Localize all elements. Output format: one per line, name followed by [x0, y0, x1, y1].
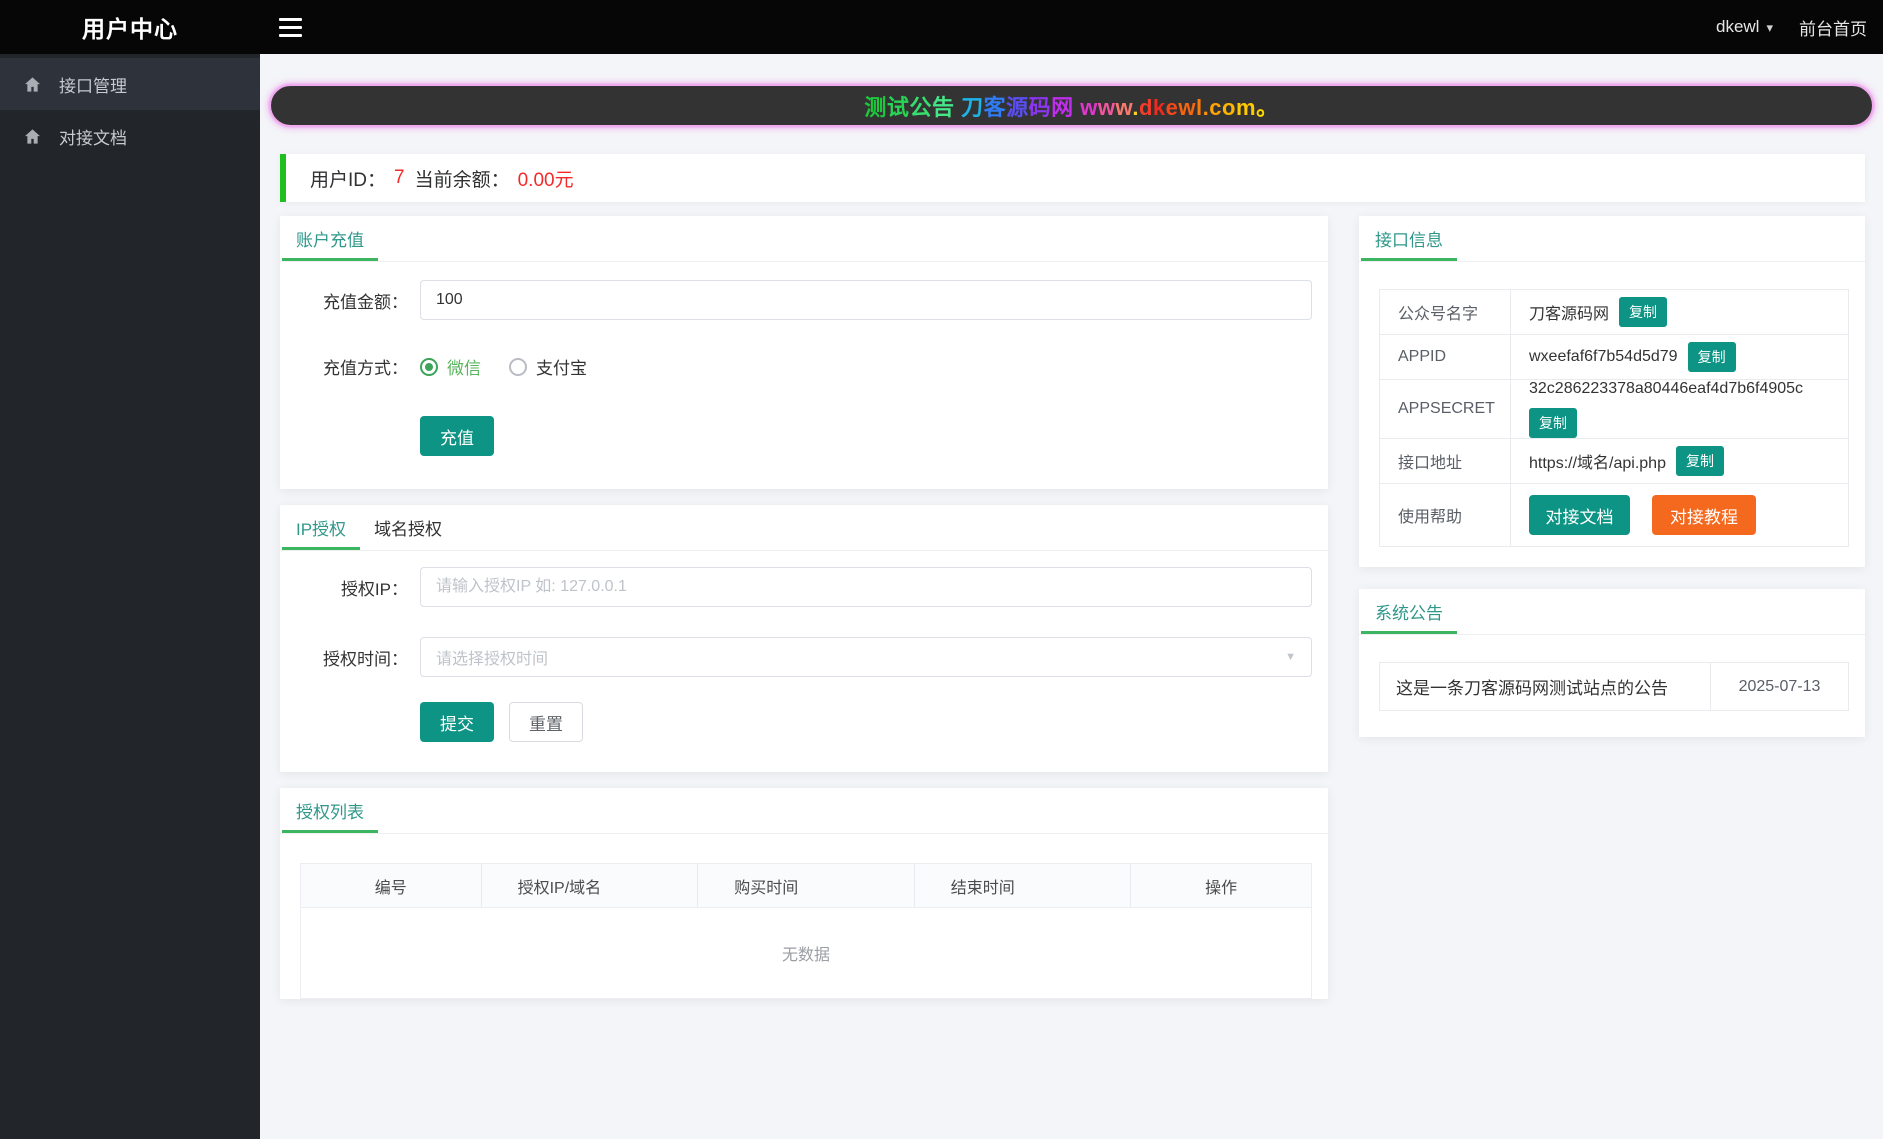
- amount-label: 充值金额：: [323, 292, 408, 312]
- copy-button[interactable]: 复制: [1619, 297, 1668, 327]
- radio-circle-icon: [420, 357, 438, 376]
- tab-domain-auth[interactable]: 域名授权: [360, 505, 456, 550]
- info-row-help: 使用帮助 对接文档 对接教程: [1380, 484, 1848, 546]
- balance-value: 0.00元: [517, 169, 574, 191]
- recharge-button[interactable]: 充值: [420, 416, 494, 456]
- ip-label: 授权IP：: [340, 579, 408, 599]
- column-header-buy-time: 购买时间: [698, 864, 915, 907]
- sidebar-item-docs[interactable]: 对接文档: [0, 110, 260, 162]
- info-row-account-name: 公众号名字 刀客源码网 复制: [1380, 290, 1848, 335]
- notice-text: 这是一条刀客源码网测试站点的公告: [1396, 679, 1668, 698]
- column-header-ip-domain: 授权IP/域名: [482, 864, 699, 907]
- info-label: 接口地址: [1380, 439, 1511, 483]
- auth-card: IP授权 域名授权 授权IP： 授权时间： 请选择授权时间: [280, 505, 1328, 772]
- sidebar: 接口管理 对接文档: [0, 54, 260, 1139]
- chevron-down-icon: ▾: [1766, 19, 1773, 35]
- topbar: 用户中心 dkewl ▾ 前台首页: [0, 0, 1883, 54]
- column-header-end-time: 结束时间: [915, 864, 1132, 907]
- sidebar-item-label: 对接文档: [59, 128, 127, 148]
- radio-alipay[interactable]: 支付宝: [509, 354, 587, 379]
- tab-api-info[interactable]: 接口信息: [1361, 216, 1457, 261]
- banner-text: 测试公告 刀客源码网 www.dkewl.com。: [864, 94, 1279, 120]
- amount-input[interactable]: [420, 280, 1312, 320]
- tab-label: 域名授权: [374, 520, 443, 539]
- user-id-label: 用户ID：: [310, 169, 387, 191]
- recharge-card: 账户充值 充值金额： 充值方式： 微信: [280, 216, 1328, 489]
- time-label: 授权时间：: [323, 649, 408, 669]
- home-icon: [24, 128, 41, 144]
- main-content: 测试公告 刀客源码网 www.dkewl.com。 用户ID： 7 当前余额： …: [260, 54, 1883, 1139]
- info-row-appsecret: APPSECRET 32c286223378a80446eaf4d7b6f490…: [1380, 380, 1848, 439]
- balance-label: 当前余额：: [414, 169, 510, 191]
- hamburger-icon[interactable]: [279, 17, 302, 37]
- tab-label: IP授权: [296, 520, 347, 539]
- api-info-table: 公众号名字 刀客源码网 复制 APPID wxeefaf6f7b54d5d79 …: [1379, 289, 1849, 547]
- radio-wechat[interactable]: 微信: [420, 354, 481, 379]
- radio-label: 微信: [447, 359, 481, 378]
- notice-card: 系统公告 这是一条刀客源码网测试站点的公告 2025-07-13: [1359, 589, 1865, 737]
- info-row-appid: APPID wxeefaf6f7b54d5d79 复制: [1380, 335, 1848, 380]
- chevron-down-icon: ▼: [1285, 651, 1296, 663]
- info-value: wxeefaf6f7b54d5d79: [1529, 348, 1678, 365]
- info-value: 32c286223378a80446eaf4d7b6f4905c: [1529, 380, 1804, 397]
- tab-recharge[interactable]: 账户充值: [282, 216, 378, 261]
- notice-date: 2025-07-13: [1710, 663, 1848, 710]
- sidebar-item-api-management[interactable]: 接口管理: [0, 58, 260, 110]
- info-label: 使用帮助: [1380, 484, 1511, 546]
- info-row-api-url: 接口地址 https://域名/api.php 复制: [1380, 439, 1848, 484]
- radio-circle-icon: [509, 357, 527, 376]
- submit-button[interactable]: 提交: [420, 702, 494, 742]
- column-header-actions: 操作: [1205, 879, 1238, 897]
- copy-button[interactable]: 复制: [1687, 342, 1736, 372]
- info-label: APPID: [1380, 335, 1511, 379]
- time-select[interactable]: 请选择授权时间 ▼: [420, 637, 1312, 677]
- auth-list-card: 授权列表 编号 授权IP/域名 购买时间 结束时间 操作 无数据: [280, 788, 1328, 999]
- tab-auth-list[interactable]: 授权列表: [282, 788, 378, 833]
- select-placeholder: 请选择授权时间: [436, 651, 549, 668]
- tab-ip-auth[interactable]: IP授权: [282, 505, 361, 550]
- tab-notice[interactable]: 系统公告: [1361, 589, 1457, 634]
- reset-button[interactable]: 重置: [509, 702, 583, 742]
- user-info-bar: 用户ID： 7 当前余额： 0.00元: [280, 154, 1865, 202]
- info-label: APPSECRET: [1380, 380, 1511, 438]
- info-value: 刀客源码网: [1529, 306, 1610, 323]
- card-title: 授权列表: [296, 803, 364, 822]
- notice-table: 这是一条刀客源码网测试站点的公告 2025-07-13: [1379, 662, 1849, 711]
- ip-input[interactable]: [420, 567, 1312, 607]
- frontend-home-link[interactable]: 前台首页: [1799, 15, 1867, 40]
- copy-button[interactable]: 复制: [1529, 408, 1577, 438]
- card-title: 系统公告: [1375, 604, 1443, 623]
- column-header-id: 编号: [301, 864, 482, 907]
- notice-row: 这是一条刀客源码网测试站点的公告 2025-07-13: [1380, 663, 1848, 710]
- empty-state: 无数据: [301, 908, 1311, 998]
- card-title: 账户充值: [296, 231, 364, 250]
- api-info-card: 接口信息 公众号名字 刀客源码网 复制 APPID wxeefaf6f7b54d…: [1359, 216, 1865, 567]
- tutorial-button[interactable]: 对接教程: [1652, 495, 1756, 535]
- announcement-banner: 测试公告 刀客源码网 www.dkewl.com。: [270, 85, 1873, 126]
- home-icon: [24, 76, 41, 92]
- sidebar-item-label: 接口管理: [59, 76, 127, 96]
- card-title: 接口信息: [1375, 231, 1443, 250]
- copy-button[interactable]: 复制: [1675, 446, 1724, 476]
- auth-table: 编号 授权IP/域名 购买时间 结束时间 操作 无数据: [300, 863, 1312, 999]
- radio-label: 支付宝: [536, 359, 587, 378]
- info-label: 公众号名字: [1380, 290, 1511, 334]
- method-label: 充值方式：: [323, 359, 408, 378]
- info-value: https://域名/api.php: [1529, 455, 1666, 472]
- username: dkewl: [1716, 17, 1760, 36]
- doc-button[interactable]: 对接文档: [1529, 495, 1630, 535]
- user-id-value: 7: [394, 167, 405, 188]
- user-menu[interactable]: dkewl ▾: [1716, 17, 1773, 37]
- app-title: 用户中心: [82, 16, 178, 42]
